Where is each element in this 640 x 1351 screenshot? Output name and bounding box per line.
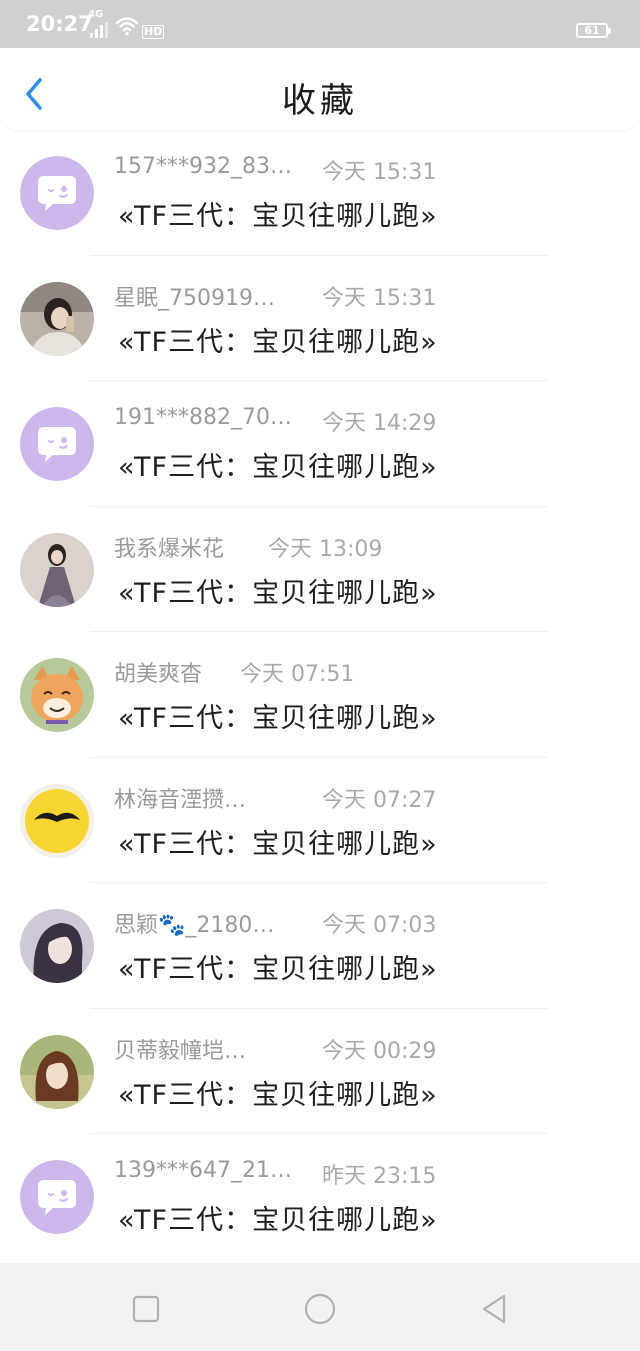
battery-level: 61 <box>584 24 600 37</box>
sender-name: 思颖🐾_2180… <box>114 913 275 938</box>
user-avatar <box>20 281 94 356</box>
favorite-title: «TF三代：宝贝往哪儿跑» <box>118 954 438 985</box>
circle-home-icon[interactable] <box>302 1291 338 1327</box>
status-time: 20:27 <box>26 12 93 36</box>
favorite-item[interactable]: 139***647_21… 昨天 23:15 «TF三代：宝贝往哪儿跑» <box>0 1134 640 1260</box>
wifi-icon <box>115 17 139 36</box>
favorite-title: «TF三代：宝贝往哪儿跑» <box>118 326 438 358</box>
timestamp: 今天 15:31 <box>322 160 437 185</box>
purple-chat-bubble-icon <box>20 156 94 230</box>
user-avatar <box>20 1034 94 1109</box>
favorite-title: «TF三代：宝贝往哪儿跑» <box>118 201 438 232</box>
favorite-title: «TF三代：宝贝往哪儿跑» <box>118 1205 438 1236</box>
favorite-title: «TF三代：宝贝往哪儿跑» <box>118 1079 438 1111</box>
sender-name: 157***932_83… <box>114 154 292 179</box>
purple-chat-bubble-icon <box>20 407 94 481</box>
favorite-item[interactable]: 157***932_83… 今天 15:31 «TF三代：宝贝往哪儿跑» <box>0 130 640 256</box>
signal-icon <box>90 22 108 38</box>
timestamp: 今天 15:31 <box>322 285 437 311</box>
timestamp: 今天 07:03 <box>322 913 437 938</box>
timestamp: 今天 07:51 <box>240 662 355 687</box>
user-avatar <box>20 532 94 607</box>
favorite-item[interactable]: 林海音湮攒… 今天 07:27 «TF三代：宝贝往哪儿跑» <box>0 758 640 883</box>
timestamp: 今天 13:09 <box>268 536 383 562</box>
sender-name: 林海音湮攒… <box>114 787 247 813</box>
triangle-back-icon[interactable] <box>476 1291 512 1327</box>
timestamp: 今天 07:27 <box>322 787 437 813</box>
square-recents-icon[interactable] <box>128 1291 164 1327</box>
favorite-item[interactable]: 胡美爽杳 今天 07:51 «TF三代：宝贝往哪儿跑» <box>0 632 640 758</box>
favorite-item[interactable]: 星眠_750919… 今天 15:31 «TF三代：宝贝往哪儿跑» <box>0 256 640 381</box>
favorite-title: «TF三代：宝贝往哪儿跑» <box>118 703 438 734</box>
purple-chat-bubble-icon <box>20 1160 94 1234</box>
sender-name: 星眠_750919… <box>114 285 275 311</box>
user-avatar <box>20 909 94 983</box>
cat-avatar <box>20 658 94 732</box>
status-bar: 20:27 4G HD 61 <box>0 0 640 48</box>
favorite-item[interactable]: 我系爆米花 今天 13:09 «TF三代：宝贝往哪儿跑» <box>0 507 640 632</box>
favorite-title: «TF三代：宝贝往哪儿跑» <box>118 452 438 483</box>
sender-name: 胡美爽杳 <box>114 662 203 687</box>
favorite-item[interactable]: 贝蒂毅幢垲… 今天 00:29 «TF三代：宝贝往哪儿跑» <box>0 1009 640 1134</box>
timestamp: 今天 00:29 <box>322 1038 437 1064</box>
sender-name: 贝蒂毅幢垲… <box>114 1038 247 1064</box>
timestamp: 昨天 23:15 <box>322 1164 437 1189</box>
hd-badge: HD <box>142 25 165 39</box>
favorite-item[interactable]: 191***882_70… 今天 14:29 «TF三代：宝贝往哪儿跑» <box>0 381 640 507</box>
favorite-title: «TF三代：宝贝往哪儿跑» <box>118 577 438 609</box>
battery-icon: 61 <box>576 23 611 38</box>
timestamp: 今天 14:29 <box>322 411 437 436</box>
sender-name: 我系爆米花 <box>114 536 225 562</box>
page-title: 收藏 <box>282 81 358 121</box>
yellow-mustache-avatar <box>20 783 94 858</box>
favorite-item[interactable]: 思颖🐾_2180… 今天 07:03 «TF三代：宝贝往哪儿跑» <box>0 883 640 1009</box>
sender-name: 139***647_21… <box>114 1158 292 1183</box>
nav-header: 收藏 <box>0 48 640 130</box>
favorite-title: «TF三代：宝贝往哪儿跑» <box>118 828 438 860</box>
network-type-label: 4G <box>88 9 104 20</box>
favorites-list: 157***932_83… 今天 15:31 «TF三代：宝贝往哪儿跑» 星眠_… <box>0 130 640 1260</box>
sender-name: 191***882_70… <box>114 405 292 430</box>
system-nav-bar <box>0 1263 640 1351</box>
